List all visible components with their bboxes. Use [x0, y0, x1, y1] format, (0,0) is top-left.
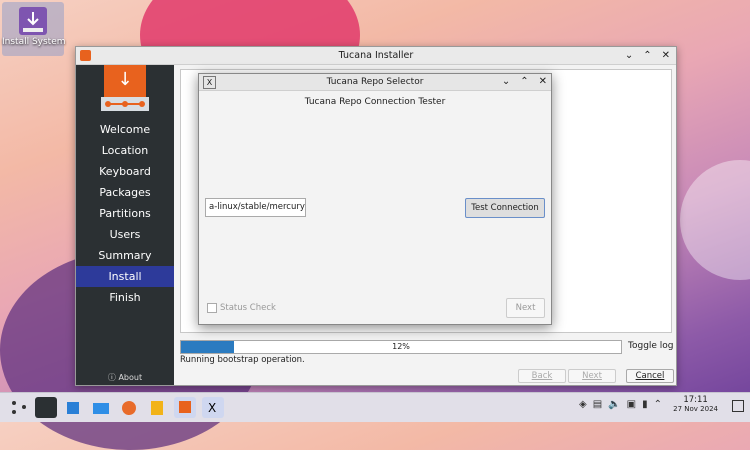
sidebar: ↓ Welcome Location Keyboard Packages Par…: [76, 65, 174, 385]
installer-titlebar[interactable]: Tucana Installer ⌄ ⌃ ✕: [76, 47, 676, 65]
next-button[interactable]: Next: [568, 369, 616, 383]
x-taskbar-icon[interactable]: X: [202, 397, 224, 418]
store-icon[interactable]: [62, 397, 84, 418]
step-finish: Finish: [109, 291, 141, 304]
close-icon[interactable]: ✕: [662, 47, 670, 64]
tucana-logo: ↓: [104, 65, 146, 97]
repo-url-input[interactable]: a-linux/stable/mercury/: [205, 198, 306, 217]
show-desktop-icon[interactable]: [732, 400, 744, 412]
step-packages: Packages: [99, 186, 151, 199]
battery-icon[interactable]: ▮: [642, 399, 648, 410]
dialog-subtitle: Tucana Repo Connection Tester: [304, 97, 446, 107]
chevron-down-icon[interactable]: ⌄: [502, 74, 510, 90]
cancel-button[interactable]: Cancel: [626, 369, 674, 383]
close-icon[interactable]: ✕: [539, 74, 547, 90]
tucana-logo-bar: [101, 97, 149, 111]
dialog-title: Tucana Repo Selector: [326, 77, 424, 87]
step-partitions: Partitions: [99, 207, 151, 220]
status-check-checkbox[interactable]: Status Check: [207, 303, 276, 313]
step-list: Welcome Location Keyboard Packages Parti…: [76, 119, 174, 308]
installer-taskbar-icon[interactable]: [174, 397, 196, 418]
display-icon[interactable]: ▣: [627, 399, 636, 410]
app-icon: [80, 50, 91, 61]
download-icon: [19, 7, 47, 35]
network-icon[interactable]: ◈: [579, 399, 587, 410]
status-text: Running bootstrap operation.: [180, 355, 305, 365]
terminal-icon[interactable]: [35, 397, 57, 418]
step-location: Location: [101, 144, 149, 157]
system-tray: ◈ ▤ 🔈 ▣ ▮ ⌃: [579, 399, 662, 410]
taskbar: X ◈ ▤ 🔈 ▣ ▮ ⌃ 17:11 27 Nov 2024: [0, 392, 750, 422]
wallpaper-blob: [680, 160, 750, 280]
back-button[interactable]: Back: [518, 369, 566, 383]
office-icon[interactable]: [146, 397, 168, 418]
step-users: Users: [109, 228, 141, 241]
progress-label: 12%: [392, 342, 410, 351]
dialog-titlebar[interactable]: X Tucana Repo Selector ⌄ ⌃ ✕: [199, 74, 551, 91]
app-launcher-icon[interactable]: [8, 397, 30, 418]
install-system-desktop-icon[interactable]: Install System: [2, 2, 66, 56]
chevron-up-icon[interactable]: ⌃: [643, 47, 651, 64]
folder-icon[interactable]: [90, 397, 112, 418]
info-icon: ⓘ: [107, 373, 116, 382]
checkbox-box: [207, 303, 217, 313]
repo-selector-dialog: X Tucana Repo Selector ⌄ ⌃ ✕ Tucana Repo…: [198, 73, 552, 325]
clipboard-icon[interactable]: ▤: [593, 399, 602, 410]
step-install: Install: [76, 266, 174, 287]
clock-time: 17:11: [683, 395, 708, 405]
install-progress-bar: 12%: [180, 340, 622, 354]
clock[interactable]: 17:11 27 Nov 2024: [673, 395, 718, 413]
chevron-down-icon[interactable]: ⌄: [625, 47, 633, 64]
svg-text:X: X: [208, 401, 216, 415]
step-keyboard: Keyboard: [99, 165, 151, 178]
firefox-icon[interactable]: [118, 397, 140, 418]
step-welcome: Welcome: [99, 123, 151, 136]
status-check-label: Status Check: [220, 303, 276, 313]
desktop-icon-label: Install System: [2, 37, 66, 47]
chevron-up-icon[interactable]: ⌃: [654, 399, 662, 410]
volume-icon[interactable]: 🔈: [608, 399, 620, 410]
about-button[interactable]: ⓘ About: [76, 372, 174, 383]
dialog-next-button[interactable]: Next: [506, 298, 545, 318]
installer-title: Tucana Installer: [338, 50, 414, 61]
test-connection-button[interactable]: Test Connection: [465, 198, 545, 218]
chevron-up-icon[interactable]: ⌃: [520, 74, 528, 90]
clock-date: 27 Nov 2024: [673, 405, 718, 413]
x-app-icon: X: [203, 76, 216, 89]
step-summary: Summary: [98, 249, 152, 262]
toggle-log-button[interactable]: Toggle log: [628, 341, 674, 351]
